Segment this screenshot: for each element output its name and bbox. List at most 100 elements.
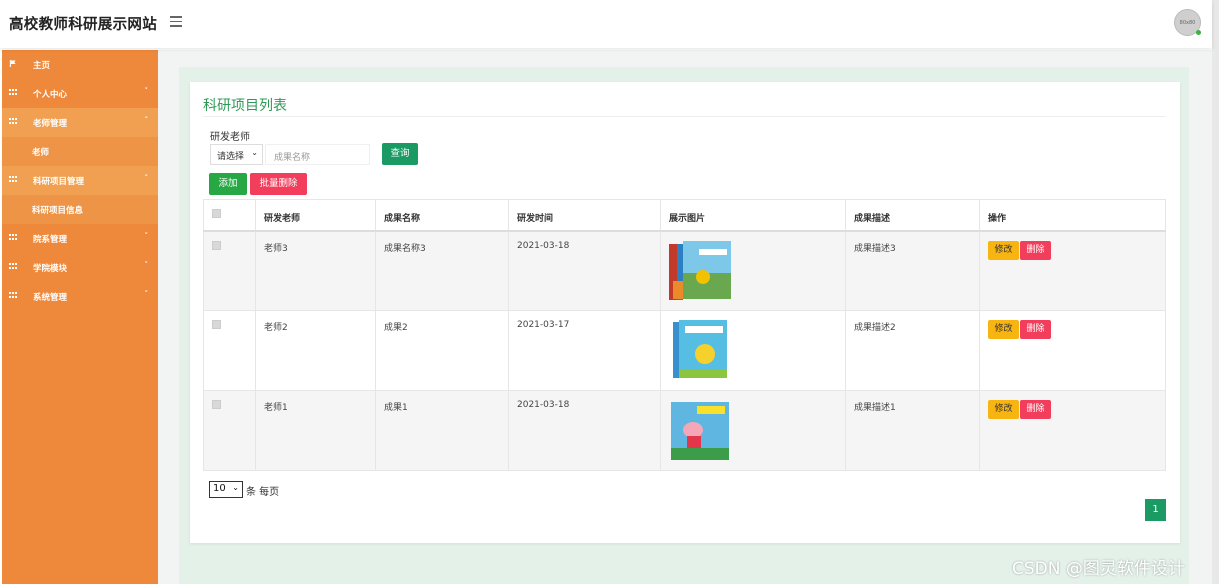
- teacher-cell: 老师2: [255, 310, 376, 391]
- row-select-cell: [203, 310, 256, 391]
- app-title: 高校教师科研展示网站: [9, 17, 157, 33]
- page-size-value: 10: [213, 483, 226, 494]
- watermark: CSDN @图灵软件设计: [1012, 559, 1185, 579]
- desc-cell: 成果描述3: [845, 230, 980, 311]
- online-status-dot: [1196, 30, 1201, 35]
- sidebar-item-label: 老师: [32, 148, 50, 158]
- table-header-row: 研发老师 成果名称 研发时间 展示图片 成果描述 操作: [203, 199, 1166, 232]
- delete-button[interactable]: 删除: [1020, 400, 1051, 419]
- grid-icon: [9, 234, 17, 241]
- page-scrollbar[interactable]: [1212, 0, 1219, 584]
- date-cell: 2021-03-18: [508, 230, 661, 311]
- page-size-select[interactable]: 10 ⌄: [209, 481, 243, 498]
- chevron-down-icon: ˅: [144, 261, 149, 269]
- chevron-up-icon: ˄: [144, 174, 149, 182]
- search-button[interactable]: 查询: [382, 143, 418, 165]
- book-cover-image[interactable]: [669, 400, 731, 462]
- sidebar-item-label: 老师管理: [33, 119, 68, 129]
- grid-icon: [9, 118, 17, 125]
- chevron-down-icon: ˅: [144, 232, 149, 240]
- edit-button[interactable]: 修改: [988, 240, 1019, 260]
- name-cell: 成果名称3: [375, 230, 509, 311]
- row-checkbox[interactable]: [212, 240, 221, 250]
- chevron-down-icon: ⌄: [251, 148, 258, 157]
- sidebar-item-label: 主页: [33, 61, 51, 71]
- date-cell: 2021-03-17: [508, 310, 661, 391]
- row-checkbox[interactable]: [212, 320, 221, 329]
- grid-icon: [9, 176, 17, 183]
- edit-button[interactable]: 修改: [988, 400, 1019, 419]
- column-header[interactable]: 研发老师: [255, 199, 376, 232]
- sidebar-item-label: 学院模块: [33, 264, 68, 274]
- teacher-filter-label: 研发老师: [210, 132, 250, 143]
- page-size-label: 条 每页: [246, 487, 280, 498]
- sidebar-item-label: 个人中心: [33, 90, 68, 100]
- hamburger-menu-icon[interactable]: [170, 16, 182, 27]
- chevron-down-icon: ⌄: [232, 483, 239, 492]
- image-cell: [660, 230, 846, 311]
- sidebar-item-college-module[interactable]: 学院模块 ˅: [2, 253, 158, 282]
- sidebar-item-system-management[interactable]: 系统管理 ˅: [2, 282, 158, 311]
- desc-cell: 成果描述1: [845, 390, 980, 471]
- teacher-cell: 老师3: [255, 230, 376, 311]
- research-table: 研发老师 成果名称 研发时间 展示图片 成果描述 操作 老师3 成果名称3 20…: [203, 199, 1166, 471]
- sidebar-item-department-management[interactable]: 院系管理 ˅: [2, 224, 158, 253]
- sidebar-subitem-research-info[interactable]: 科研项目信息: [2, 195, 158, 224]
- edit-button[interactable]: 修改: [988, 320, 1019, 339]
- name-cell: 成果2: [375, 310, 509, 391]
- teacher-select-value: 请选择: [217, 152, 245, 162]
- image-cell: [660, 390, 846, 471]
- sidebar-item-teacher-management[interactable]: 老师管理 ˄: [2, 108, 158, 137]
- action-cell: 修改 删除: [979, 310, 1166, 391]
- action-cell: 修改 删除: [979, 390, 1166, 471]
- column-header[interactable]: 成果描述: [845, 199, 980, 232]
- chevron-up-icon: ˄: [144, 116, 149, 124]
- column-header[interactable]: 研发时间: [508, 199, 661, 232]
- teacher-cell: 老师1: [255, 390, 376, 471]
- batch-delete-button[interactable]: 批量删除: [250, 173, 307, 195]
- select-all-checkbox[interactable]: [212, 209, 221, 218]
- top-bar: 高校教师科研展示网站 80x80: [0, 0, 1212, 48]
- table-row: 老师1 成果1 2021-03-18 成果描述1 修改 删除: [203, 390, 1166, 471]
- sidebar-item-label: 院系管理: [33, 235, 68, 245]
- chevron-down-icon: ˅: [144, 290, 149, 298]
- column-header[interactable]: 展示图片: [660, 199, 846, 232]
- select-all-cell: [203, 199, 256, 232]
- sidebar-item-home[interactable]: 主页: [2, 50, 158, 79]
- row-select-cell: [203, 390, 256, 471]
- delete-button[interactable]: 删除: [1020, 320, 1051, 339]
- delete-button[interactable]: 删除: [1020, 240, 1051, 260]
- grid-icon: [9, 89, 17, 96]
- image-cell: [660, 310, 846, 391]
- name-cell: 成果1: [375, 390, 509, 471]
- sidebar: 主页 个人中心 ˅ 老师管理 ˄ 老师 科研项目管理 ˄ 科研项目信息 院系管理…: [2, 50, 158, 584]
- add-button[interactable]: 添加: [209, 173, 247, 195]
- sidebar-item-research-management[interactable]: 科研项目管理 ˄: [2, 166, 158, 195]
- sidebar-item-label: 系统管理: [33, 293, 68, 303]
- book-cover-image[interactable]: [669, 240, 731, 303]
- table-row: 老师3 成果名称3 2021-03-18 成果描述3 修改 删除: [203, 230, 1166, 311]
- sidebar-item-personal-center[interactable]: 个人中心 ˅: [2, 79, 158, 108]
- chevron-down-icon: ˅: [144, 87, 149, 95]
- row-select-cell: [203, 230, 256, 311]
- research-list-card: 科研项目列表 研发老师 请选择 ⌄ 成果名称 查询 添加 批量删除 研发老师 成…: [190, 82, 1180, 543]
- table-row: 老师2 成果2 2021-03-17 成果描述2 修改 删除: [203, 310, 1166, 391]
- action-cell: 修改 删除: [979, 230, 1166, 311]
- desc-cell: 成果描述2: [845, 310, 980, 391]
- flag-icon: [9, 60, 16, 67]
- row-checkbox[interactable]: [212, 400, 221, 409]
- sidebar-subitem-teacher[interactable]: 老师: [2, 137, 158, 166]
- column-header[interactable]: 成果名称: [375, 199, 509, 232]
- book-cover-image[interactable]: [669, 320, 731, 382]
- column-header[interactable]: 操作: [979, 199, 1166, 232]
- page-button-current[interactable]: 1: [1145, 499, 1166, 521]
- grid-icon: [9, 292, 17, 299]
- sidebar-item-label: 科研项目管理: [33, 177, 85, 187]
- title-divider: [203, 116, 1166, 117]
- sidebar-item-label: 科研项目信息: [32, 206, 84, 216]
- teacher-select[interactable]: 请选择 ⌄: [210, 144, 263, 165]
- name-search-input[interactable]: 成果名称: [265, 144, 370, 165]
- page-title: 科研项目列表: [203, 98, 287, 114]
- date-cell: 2021-03-18: [508, 390, 661, 471]
- grid-icon: [9, 263, 17, 270]
